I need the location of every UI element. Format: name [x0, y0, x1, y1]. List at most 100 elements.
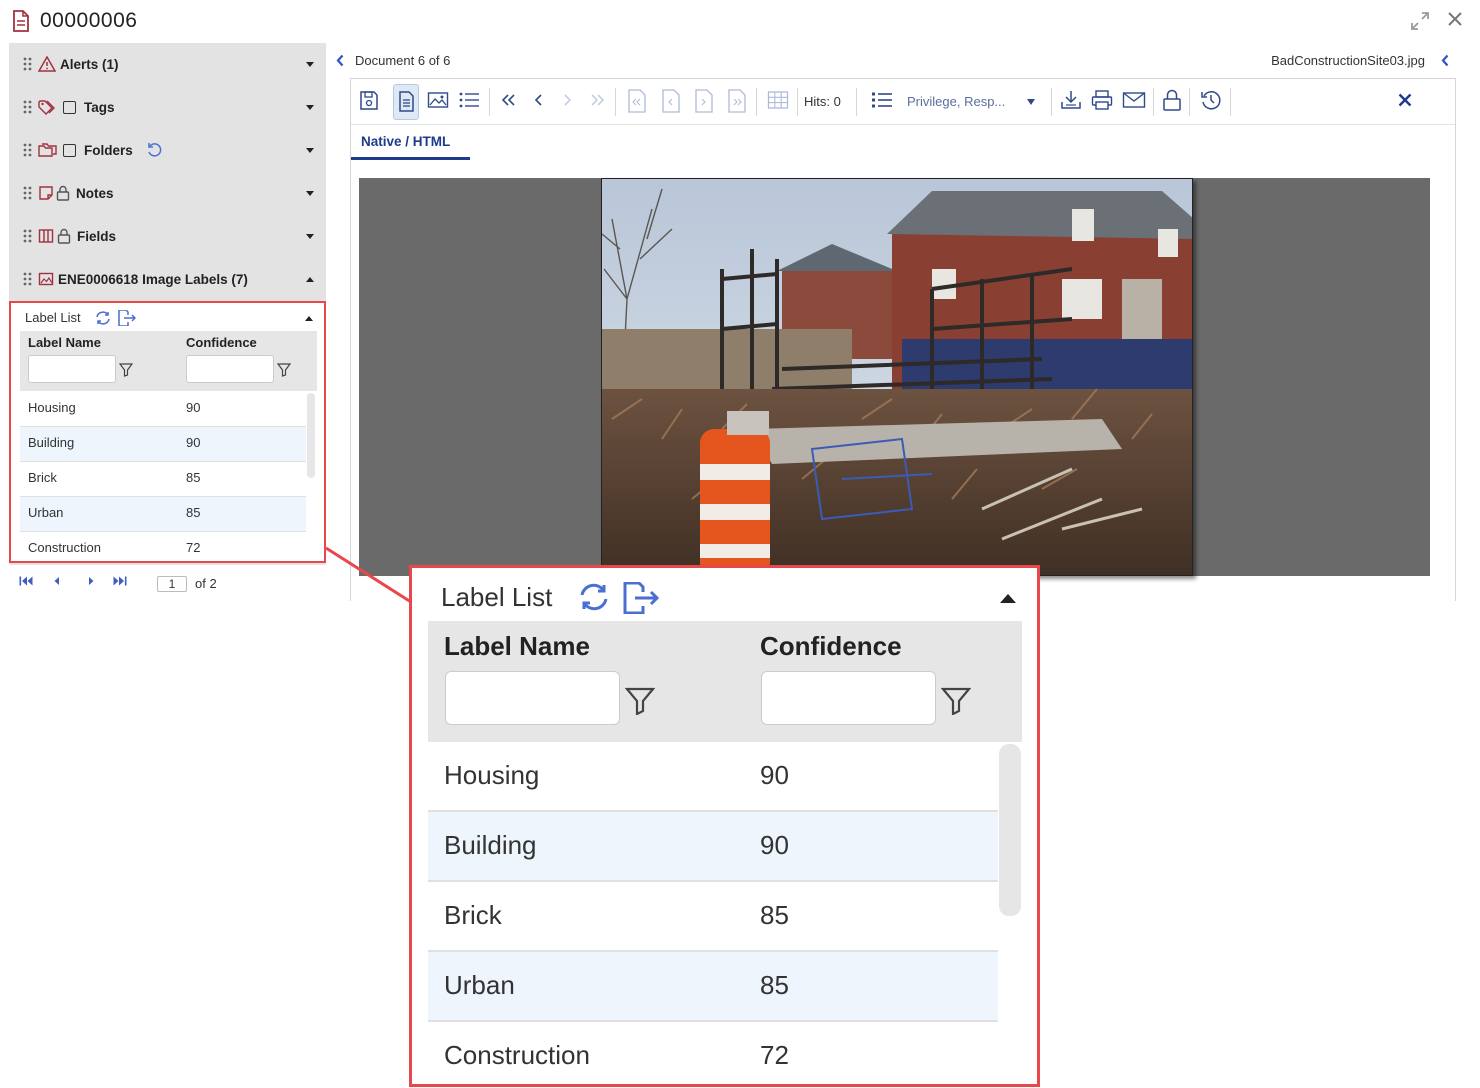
confidence-cell: 90 — [760, 830, 789, 860]
folders-icon — [38, 142, 58, 158]
column-header-confidence[interactable]: Confidence — [760, 631, 902, 662]
close-icon[interactable] — [1446, 10, 1464, 28]
table-row[interactable]: Urban 85 — [20, 497, 306, 532]
first-page-icon[interactable] — [19, 576, 33, 586]
label-name-cell: Construction — [28, 540, 101, 555]
label-list-rows: Housing 90 Building 90 Brick 85 Urban 85 Con… — [428, 742, 998, 1084]
tags-icon — [38, 99, 58, 115]
filter-icon[interactable] — [119, 363, 133, 377]
scrollbar[interactable] — [999, 744, 1021, 916]
chevron-up-icon[interactable] — [305, 316, 313, 321]
refresh-icon[interactable] — [578, 583, 610, 611]
drag-handle-icon[interactable] — [23, 272, 33, 286]
label-name-filter-input[interactable] — [445, 671, 620, 725]
image-view-icon[interactable] — [427, 89, 449, 111]
scrollbar[interactable] — [307, 393, 315, 478]
chevron-up-icon[interactable] — [1000, 594, 1016, 603]
prev-page-icon[interactable] — [53, 576, 61, 586]
confidence-cell: 85 — [760, 970, 789, 1000]
close-viewer-icon[interactable] — [1398, 93, 1412, 107]
prev-page-doc-icon[interactable] — [661, 89, 681, 113]
table-row[interactable]: Building 90 — [428, 812, 998, 882]
last-document-icon[interactable] — [590, 89, 606, 111]
drag-handle-icon[interactable] — [23, 57, 33, 71]
column-header-label-name[interactable]: Label Name — [28, 335, 101, 350]
page-number-input[interactable]: 1 — [157, 576, 187, 592]
image-icon — [38, 271, 54, 287]
filter-icon[interactable] — [941, 687, 971, 715]
chevron-down-icon[interactable] — [306, 62, 314, 67]
email-icon[interactable] — [1122, 89, 1146, 111]
chevron-down-icon[interactable] — [306, 148, 314, 153]
download-icon[interactable] — [1060, 89, 1082, 111]
chevron-down-icon[interactable] — [306, 105, 314, 110]
chevron-down-icon[interactable] — [306, 234, 314, 239]
confidence-filter-input[interactable] — [761, 671, 936, 725]
folders-checkbox[interactable] — [63, 144, 76, 157]
first-page-doc-icon[interactable] — [627, 89, 647, 113]
lock-icon[interactable] — [1162, 89, 1182, 111]
export-icon[interactable] — [623, 582, 659, 614]
table-row[interactable]: Urban 85 — [428, 952, 998, 1022]
last-page-doc-icon[interactable] — [727, 89, 747, 113]
sidebar-section-alerts[interactable]: Alerts (1) — [9, 43, 326, 86]
table-row[interactable]: Building 90 — [20, 427, 306, 462]
tags-checkbox[interactable] — [63, 101, 76, 114]
refresh-icon[interactable] — [95, 311, 111, 325]
sidebar-section-fields[interactable]: Fields — [9, 215, 326, 258]
confidence-filter-input[interactable] — [186, 355, 274, 383]
sidebar-section-image-labels[interactable]: ENE0006618 Image Labels (7) — [9, 258, 326, 301]
table-row[interactable]: Brick 85 — [428, 882, 998, 952]
document-icon — [12, 10, 30, 32]
filter-icon[interactable] — [277, 363, 291, 377]
previous-document-icon[interactable] — [532, 89, 544, 111]
table-row[interactable]: Housing 90 — [428, 742, 998, 812]
coding-list-icon[interactable] — [871, 89, 893, 111]
next-document-icon[interactable] — [562, 89, 574, 111]
table-row[interactable]: Brick 85 — [20, 462, 306, 497]
first-document-icon[interactable] — [500, 89, 516, 111]
table-row[interactable]: Construction 72 — [20, 532, 306, 567]
list-view-icon[interactable] — [458, 89, 480, 111]
document-nav: Document 6 of 6 BadConstructionSite03.jp… — [326, 43, 1467, 78]
drag-handle-icon[interactable] — [23, 229, 33, 243]
last-page-icon[interactable] — [113, 576, 127, 586]
sidebar-section-folders[interactable]: Folders — [9, 129, 326, 172]
table-row[interactable]: Housing 90 — [20, 392, 306, 427]
next-page-doc-icon[interactable] — [694, 89, 714, 113]
toolbar-separator — [1230, 88, 1231, 116]
chevron-down-icon[interactable] — [306, 191, 314, 196]
export-icon[interactable] — [118, 310, 136, 326]
active-tab-indicator — [351, 157, 470, 160]
refresh-icon[interactable] — [146, 142, 162, 158]
drag-handle-icon[interactable] — [23, 186, 33, 200]
next-page-icon[interactable] — [87, 576, 95, 586]
history-icon[interactable] — [1200, 89, 1222, 111]
drag-handle-icon[interactable] — [23, 143, 33, 157]
grid-icon[interactable] — [767, 89, 789, 111]
print-icon[interactable] — [1091, 89, 1113, 111]
section-label: Tags — [84, 100, 115, 115]
expand-icon[interactable] — [1410, 11, 1430, 31]
chevron-up-icon[interactable] — [306, 277, 314, 282]
table-row[interactable]: Construction 72 — [428, 1022, 998, 1084]
chevron-left-icon[interactable] — [336, 54, 344, 67]
filter-icon[interactable] — [625, 687, 655, 715]
tab-native-html[interactable]: Native / HTML — [361, 134, 450, 149]
chevron-left-icon[interactable] — [1441, 54, 1449, 67]
chevron-down-icon[interactable] — [1027, 99, 1035, 105]
label-name-filter-input[interactable] — [28, 355, 116, 383]
column-header-label-name[interactable]: Label Name — [444, 631, 590, 662]
document-viewer: Document 6 of 6 BadConstructionSite03.jp… — [326, 43, 1467, 601]
lock-icon — [56, 185, 70, 201]
drag-handle-icon[interactable] — [23, 100, 33, 114]
label-name-cell: Building — [444, 830, 537, 860]
save-icon[interactable] — [359, 89, 379, 111]
column-header-confidence[interactable]: Confidence — [186, 335, 257, 350]
privilege-dropdown[interactable]: Privilege, Resp... — [907, 94, 1005, 109]
label-name-cell: Brick — [444, 900, 502, 930]
native-view-button[interactable] — [393, 84, 419, 120]
sidebar-section-notes[interactable]: Notes — [9, 172, 326, 215]
sidebar-section-tags[interactable]: Tags — [9, 86, 326, 129]
section-label: Folders — [84, 143, 133, 158]
